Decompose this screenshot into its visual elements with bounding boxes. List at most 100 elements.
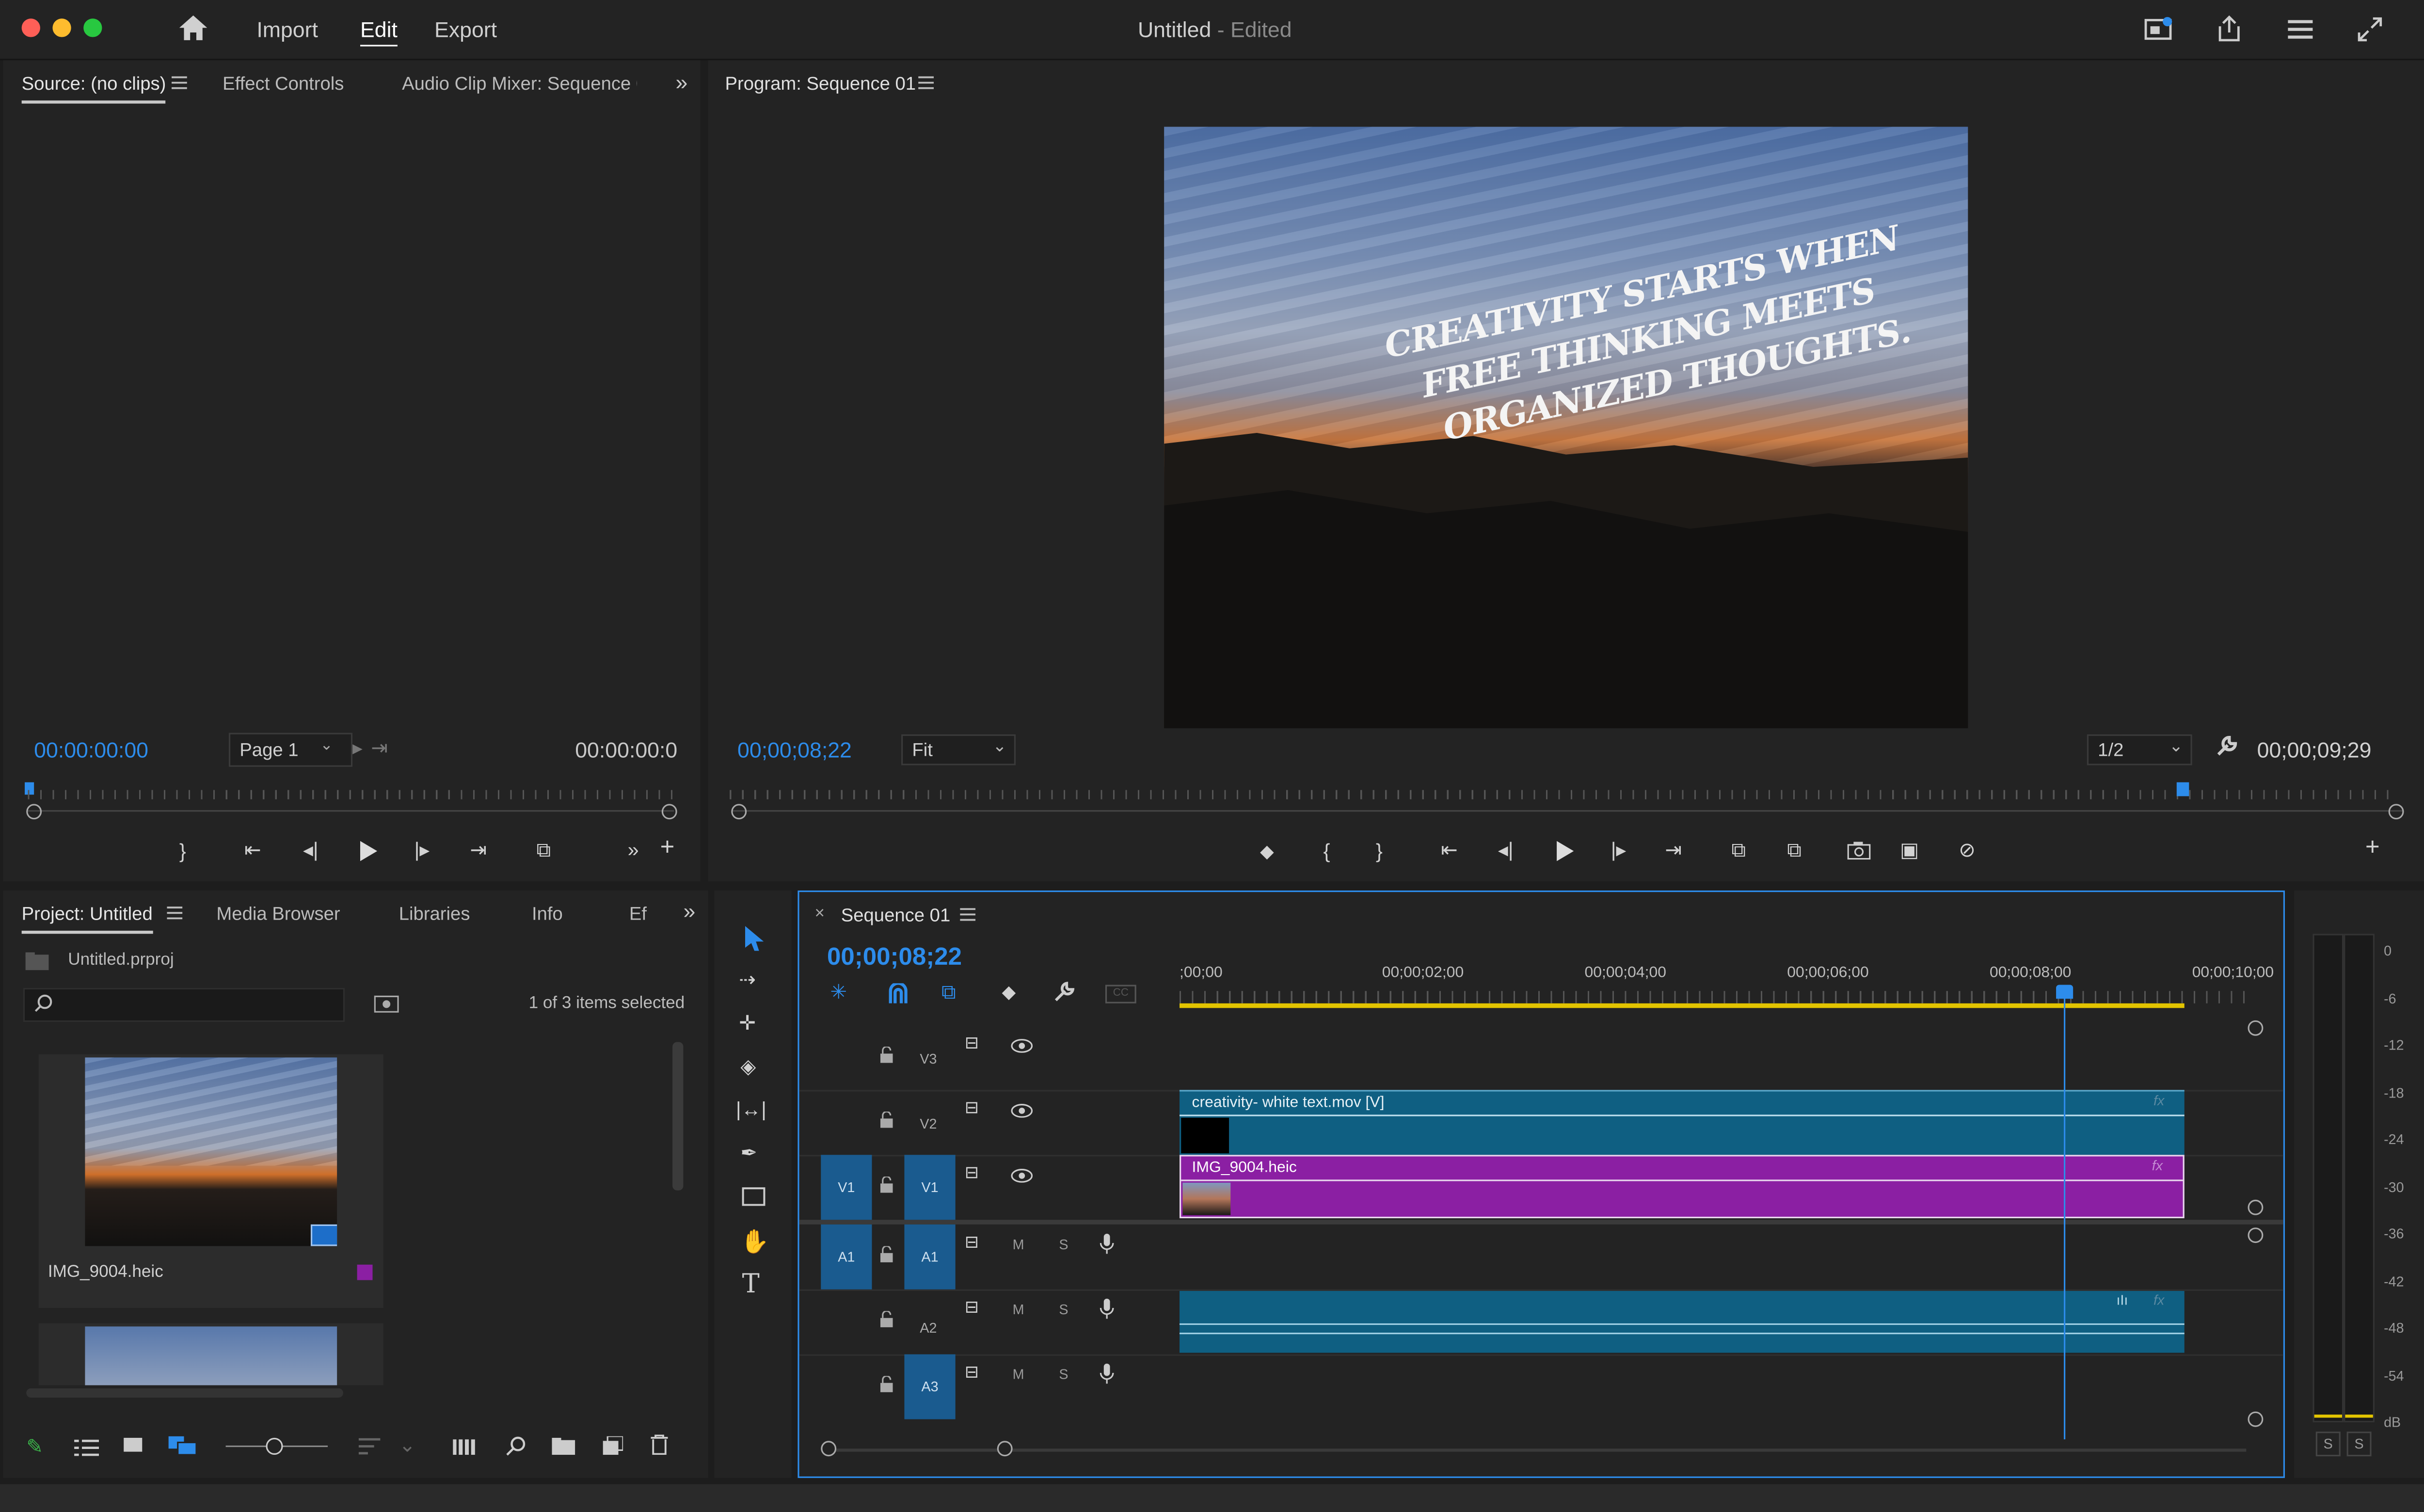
home-icon[interactable] — [178, 14, 209, 42]
mute-button[interactable]: M — [1013, 1302, 1024, 1317]
video-scroll-handle-bottom[interactable] — [2248, 1199, 2264, 1215]
track-select-tool-icon[interactable]: ⇢ — [739, 968, 756, 992]
minimize-window-button[interactable] — [52, 18, 71, 37]
wrench-icon[interactable] — [1053, 982, 1075, 1003]
quick-export-icon[interactable] — [2144, 16, 2175, 43]
freeform-view-icon[interactable] — [168, 1436, 196, 1455]
step-back-icon[interactable]: ◂| — [1498, 838, 1514, 863]
microphone-icon[interactable] — [1099, 1233, 1115, 1256]
sort-icon[interactable] — [358, 1438, 381, 1455]
workspaces-icon[interactable] — [2285, 16, 2316, 43]
solo-button[interactable]: S — [1059, 1302, 1068, 1317]
find-bin-icon[interactable] — [374, 994, 399, 1013]
eye-icon[interactable] — [1011, 1169, 1033, 1183]
tab-media-browser[interactable]: Media Browser — [216, 903, 340, 924]
mute-button[interactable]: M — [1013, 1367, 1024, 1382]
eye-icon[interactable] — [1011, 1039, 1033, 1053]
timeline-menu-icon[interactable] — [960, 907, 976, 922]
trash-icon[interactable] — [651, 1434, 668, 1455]
tab-libraries[interactable]: Libraries — [399, 903, 470, 924]
tab-effect-controls[interactable]: Effect Controls — [223, 73, 344, 95]
clip-v2[interactable]: creativity- white text.mov [V] fx — [1180, 1090, 2185, 1155]
sync-lock-icon[interactable]: ⊟ — [965, 1362, 979, 1382]
add-marker-icon[interactable]: ⬥ — [1002, 980, 1016, 1005]
wrench-icon[interactable] — [2214, 734, 2238, 759]
lift-icon[interactable]: ⧉ — [1731, 838, 1746, 863]
project-item-card[interactable]: IMG_9004.heic — [38, 1054, 383, 1308]
solo-left-button[interactable]: S — [2315, 1432, 2341, 1457]
source-patch-v1[interactable]: V1 — [821, 1155, 872, 1220]
play-icon[interactable] — [1555, 841, 1574, 861]
microphone-icon[interactable] — [1099, 1363, 1115, 1385]
step-forward-icon[interactable]: ▸ — [352, 736, 363, 761]
tab-program[interactable]: Program: Sequence 01 — [725, 73, 916, 95]
camera-icon[interactable] — [1847, 841, 1871, 860]
more-tabs-icon[interactable]: » — [683, 898, 695, 923]
compare-view-icon[interactable]: ▣ — [1900, 838, 1919, 863]
type-icon[interactable]: T — [742, 1269, 760, 1300]
razor-tool-icon[interactable]: ◈ — [740, 1054, 756, 1079]
video-scroll-handle-top[interactable] — [2248, 1020, 2264, 1036]
close-window-button[interactable] — [21, 18, 40, 37]
panel-menu-icon[interactable] — [171, 76, 187, 90]
add-button-icon[interactable]: + — [2365, 835, 2380, 862]
label-color-swatch[interactable] — [357, 1264, 373, 1280]
source-patch-a1[interactable]: A1 — [821, 1224, 872, 1289]
captions-icon[interactable]: CC — [1105, 985, 1136, 1003]
zoom-handle-right[interactable] — [661, 804, 677, 820]
track-target-v1[interactable]: V1 — [904, 1155, 956, 1220]
zoom-slider-handle[interactable] — [266, 1437, 283, 1455]
program-zoom-handle-right[interactable] — [2388, 804, 2404, 820]
lock-icon[interactable] — [879, 1176, 893, 1194]
zoom-select[interactable]: Fit ⌄ — [901, 734, 1016, 765]
project-menu-icon[interactable] — [167, 906, 183, 920]
hand-icon[interactable]: ✋ — [740, 1227, 769, 1255]
snap-icon[interactable] — [889, 983, 908, 1003]
audio-scroll-handle-bottom[interactable] — [2248, 1411, 2264, 1427]
nav-export[interactable]: Export — [434, 17, 497, 42]
sync-lock-icon[interactable]: ⊟ — [965, 1232, 979, 1252]
page-select[interactable]: Page 1 ⌄ — [228, 732, 353, 767]
clip-a2[interactable]: ıIı fx — [1180, 1290, 2185, 1353]
solo-button[interactable]: S — [1059, 1237, 1068, 1252]
fullscreen-icon[interactable] — [2356, 16, 2384, 43]
go-to-out-icon[interactable]: ⇥ — [470, 838, 487, 863]
project-vertical-scrollbar[interactable] — [672, 1042, 684, 1191]
go-to-in-icon[interactable]: ⇤ — [1441, 838, 1458, 863]
icon-view-icon[interactable] — [124, 1437, 143, 1455]
tab-source[interactable]: Source: (no clips) — [21, 73, 167, 104]
solo-right-button[interactable]: S — [2346, 1432, 2372, 1457]
new-item-icon[interactable] — [603, 1436, 623, 1455]
share-icon[interactable] — [2216, 14, 2243, 45]
timeline-timecode[interactable]: 00;00;08;22 — [827, 945, 962, 972]
project-search-input[interactable] — [23, 987, 345, 1022]
sync-lock-icon[interactable]: ⊟ — [965, 1098, 979, 1117]
lock-icon[interactable] — [879, 1246, 893, 1263]
automate-to-sequence-icon[interactable] — [453, 1439, 478, 1455]
source-ruler[interactable] — [28, 790, 674, 799]
sync-lock-icon[interactable]: ⊟ — [965, 1297, 979, 1317]
nav-import[interactable]: Import — [256, 17, 318, 42]
proxy-toggle-icon[interactable]: ⊘ — [1959, 838, 1976, 863]
go-to-in-icon[interactable]: ⇤ — [244, 838, 261, 863]
program-ruler[interactable] — [730, 790, 2399, 799]
program-playhead[interactable] — [2176, 782, 2189, 796]
more-tabs-icon[interactable]: » — [675, 70, 687, 95]
source-timecode-in[interactable]: 00:00:00:00 — [34, 737, 148, 762]
mute-button[interactable]: M — [1013, 1237, 1024, 1252]
sync-lock-icon[interactable]: ⊟ — [965, 1033, 979, 1053]
sync-lock-icon[interactable]: ⊟ — [965, 1162, 979, 1182]
lock-icon[interactable] — [879, 1112, 893, 1129]
timeline-playhead[interactable] — [2056, 985, 2073, 1440]
eye-icon[interactable] — [1011, 1104, 1033, 1118]
slip-tool-icon[interactable]: |↔| — [736, 1098, 766, 1121]
ripple-edit-tool-icon[interactable]: ✛ — [739, 1011, 756, 1036]
program-timecode[interactable]: 00;00;08;22 — [737, 737, 852, 762]
more-controls-icon[interactable]: » — [628, 838, 639, 861]
program-video-frame[interactable]: CREATIVITY STARTS WHEN FREE THINKING MEE… — [1164, 127, 1968, 729]
new-bin-icon[interactable] — [552, 1437, 575, 1455]
linked-selection-icon[interactable]: ⧉ — [941, 980, 956, 1005]
step-back-icon[interactable]: ◂| — [303, 838, 319, 863]
work-area-bar[interactable] — [1180, 1003, 2185, 1008]
clip-v1[interactable]: IMG_9004.heic fx — [1180, 1155, 2185, 1219]
